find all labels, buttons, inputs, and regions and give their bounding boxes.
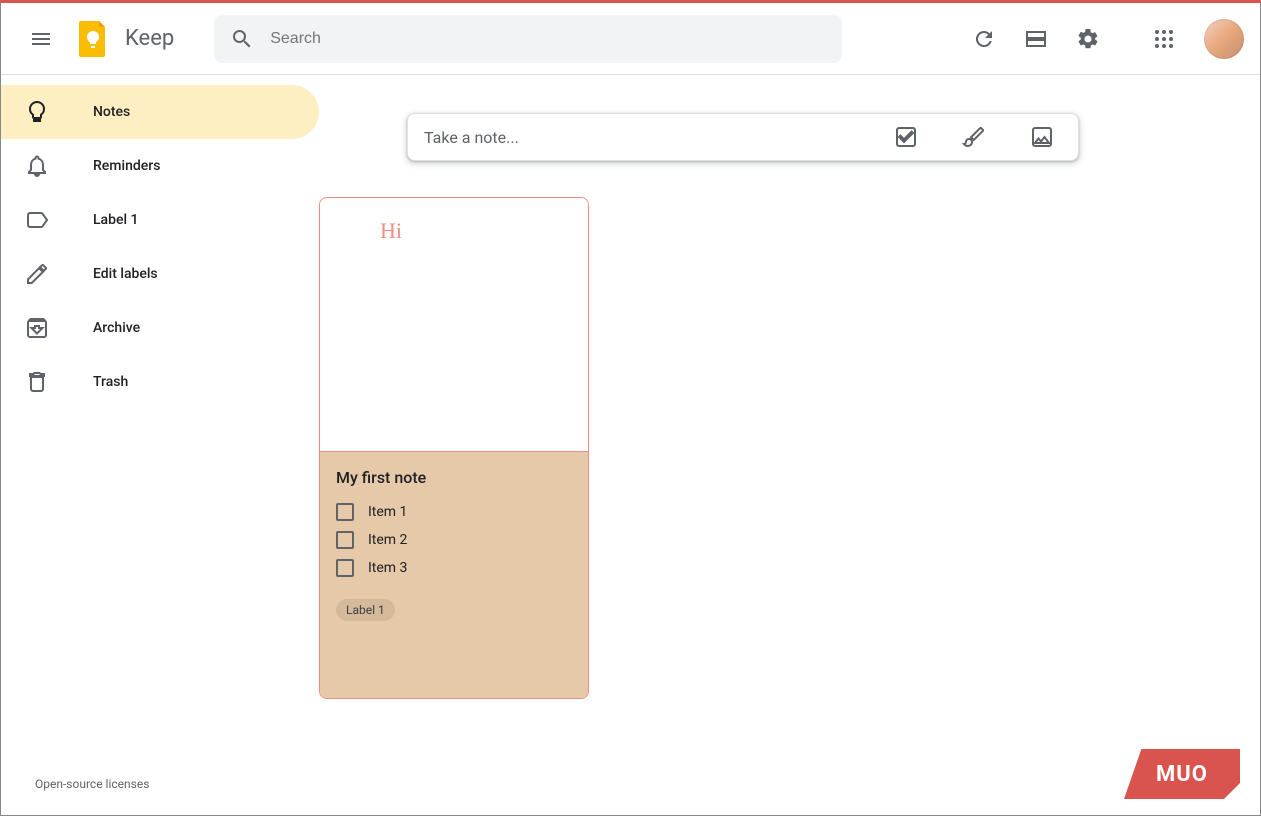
checkbox-unchecked-icon[interactable]	[336, 503, 354, 521]
sidebar-item-reminders[interactable]: Reminders	[1, 139, 319, 193]
gear-icon	[1076, 27, 1100, 51]
main-menu-button[interactable]	[17, 15, 65, 63]
checklist-label: Item 1	[368, 504, 407, 520]
new-list-button[interactable]	[886, 117, 926, 157]
sidebar-item-label: Notes	[73, 104, 130, 120]
app-logo[interactable]: Keep	[73, 19, 174, 59]
search-input[interactable]	[270, 30, 826, 48]
lightbulb-icon	[25, 100, 73, 124]
app-name: Keep	[125, 26, 174, 51]
keep-logo-icon	[73, 19, 113, 59]
checklist-label: Item 3	[368, 560, 407, 576]
note-title: My first note	[336, 468, 572, 487]
checkbox-unchecked-icon[interactable]	[336, 559, 354, 577]
note-drawing-area: Hi	[320, 198, 588, 452]
image-icon	[1030, 125, 1054, 149]
search-icon	[230, 27, 254, 51]
sidebar: Notes Reminders Label 1 Edit labels Arch…	[1, 75, 319, 815]
open-source-licenses-link[interactable]: Open-source licenses	[35, 777, 149, 791]
main-content: Take a note... Hi My first note	[319, 75, 1260, 815]
sidebar-item-label: Trash	[73, 374, 128, 390]
google-apps-button[interactable]	[1140, 15, 1188, 63]
settings-button[interactable]	[1064, 15, 1112, 63]
refresh-icon	[972, 27, 996, 51]
sidebar-item-notes[interactable]: Notes	[1, 85, 319, 139]
note-checklist: Item 1 Item 2 Item 3	[336, 503, 572, 577]
account-avatar[interactable]	[1204, 19, 1244, 59]
trash-icon	[25, 370, 73, 394]
take-note-placeholder: Take a note...	[424, 128, 886, 147]
take-note-bar[interactable]: Take a note...	[407, 113, 1079, 161]
new-drawing-button[interactable]	[954, 117, 994, 157]
checklist-label: Item 2	[368, 532, 407, 548]
sidebar-item-label-1[interactable]: Label 1	[1, 193, 319, 247]
list-view-icon	[1024, 27, 1048, 51]
bell-icon	[25, 154, 73, 178]
archive-icon	[25, 316, 73, 340]
note-label-chip[interactable]: Label 1	[336, 599, 395, 621]
checklist-item[interactable]: Item 2	[336, 531, 572, 549]
note-body: My first note Item 1 Item 2 Item 3	[320, 452, 588, 698]
sidebar-item-label: Reminders	[73, 158, 160, 174]
menu-icon	[29, 27, 53, 51]
sidebar-item-trash[interactable]: Trash	[1, 355, 319, 409]
refresh-button[interactable]	[960, 15, 1008, 63]
search-bar[interactable]	[214, 15, 842, 63]
app-header: Keep	[1, 3, 1260, 75]
label-icon	[25, 208, 73, 232]
checkbox-icon	[894, 125, 918, 149]
pencil-icon	[25, 262, 73, 286]
checkbox-unchecked-icon[interactable]	[336, 531, 354, 549]
sidebar-item-label: Label 1	[73, 212, 138, 228]
sidebar-item-archive[interactable]: Archive	[1, 301, 319, 355]
checklist-item[interactable]: Item 1	[336, 503, 572, 521]
muo-watermark: MUO	[1124, 749, 1240, 799]
note-card[interactable]: Hi My first note Item 1 Item 2	[319, 197, 589, 699]
sidebar-item-edit-labels[interactable]: Edit labels	[1, 247, 319, 301]
drawing-text: Hi	[380, 218, 402, 244]
sidebar-item-label: Edit labels	[73, 266, 158, 282]
apps-grid-icon	[1152, 27, 1176, 51]
brush-icon	[962, 125, 986, 149]
sidebar-item-label: Archive	[73, 320, 140, 336]
view-toggle-button[interactable]	[1012, 15, 1060, 63]
new-image-button[interactable]	[1022, 117, 1062, 157]
checklist-item[interactable]: Item 3	[336, 559, 572, 577]
